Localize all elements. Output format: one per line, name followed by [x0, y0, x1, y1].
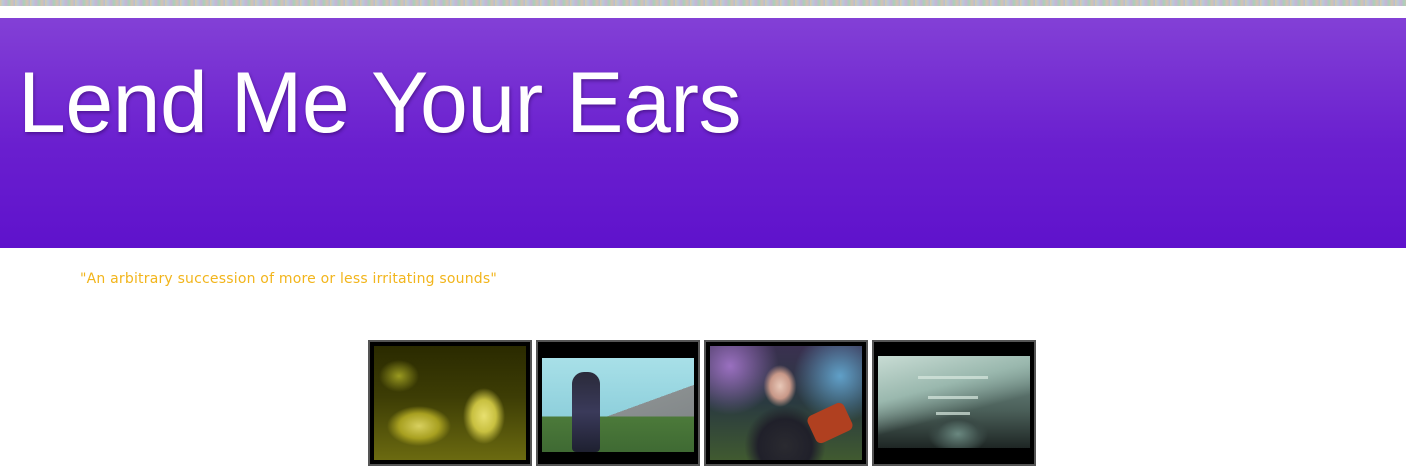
video-thumbnail-gallery: [368, 340, 1036, 466]
video-thumbnail-1[interactable]: [368, 340, 532, 466]
site-header: Lend Me Your Ears: [0, 18, 1406, 248]
site-title: Lend Me Your Ears: [18, 55, 742, 151]
thumbnail-figure: [572, 372, 600, 452]
thumbnail-image-2: [542, 358, 694, 452]
thumbnail-ceiling-beam: [918, 376, 988, 379]
thumbnail-guitar: [805, 400, 855, 446]
video-thumbnail-3[interactable]: [704, 340, 868, 466]
decorative-top-strip: [0, 0, 1406, 6]
thumbnail-image-1: [374, 346, 526, 460]
thumbnail-ceiling-beam: [936, 412, 970, 415]
tagline-quote: "An arbitrary succession of more or less…: [80, 271, 498, 287]
thumbnail-image-4: [878, 356, 1030, 448]
thumbnail-image-3: [710, 346, 862, 460]
video-thumbnail-4[interactable]: [872, 340, 1036, 466]
thumbnail-ceiling-beam: [928, 396, 978, 399]
video-thumbnail-2[interactable]: [536, 340, 700, 466]
